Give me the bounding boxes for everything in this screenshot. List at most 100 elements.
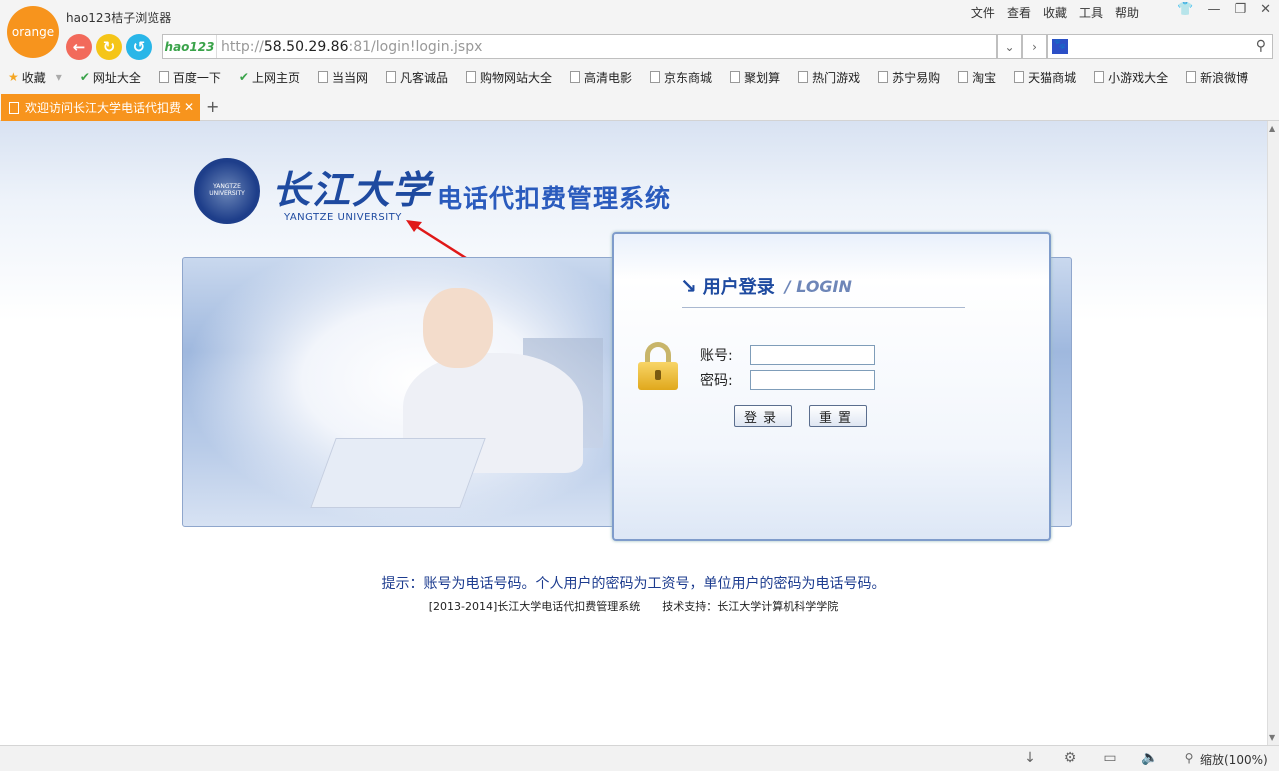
- account-input[interactable]: [750, 345, 875, 365]
- hao123-badge[interactable]: hao123: [163, 35, 217, 58]
- vertical-scrollbar[interactable]: ▲ ▼: [1267, 121, 1279, 745]
- volume-icon[interactable]: 🔈: [1141, 750, 1159, 768]
- bookmark-item[interactable]: 聚划算: [730, 69, 780, 86]
- bookmark-item[interactable]: 百度一下: [158, 69, 221, 86]
- bookmark-item[interactable]: ✔ 上网主页: [239, 69, 300, 86]
- bookmark-item[interactable]: 高清电影: [570, 69, 632, 86]
- bookmark-label: 购物网站大全: [480, 70, 553, 85]
- menu-favorites[interactable]: 收藏: [1043, 4, 1067, 21]
- login-panel: ↘ 用户登录 / LOGIN 账号: 密码: 登录 重置: [612, 232, 1051, 541]
- bookmark-item[interactable]: ✔ 网址大全: [80, 69, 141, 86]
- chevron-down-icon: ⌄: [1004, 39, 1015, 54]
- page-icon: [878, 71, 889, 83]
- zoom-icon[interactable]: ⚲: [1180, 751, 1198, 769]
- page-icon: [730, 71, 741, 83]
- page-icon: [650, 71, 661, 83]
- bookmark-item[interactable]: 天猫商城: [1014, 69, 1076, 86]
- window-controls: 👕 — ❐ ✕: [1177, 2, 1271, 17]
- browser-logo: orange: [7, 6, 59, 58]
- bookmark-item[interactable]: 京东商城: [650, 69, 712, 86]
- new-tab-button[interactable]: +: [206, 97, 219, 116]
- person-head-image: [423, 288, 493, 368]
- back-button[interactable]: ←: [66, 34, 92, 60]
- page-icon: [570, 71, 581, 83]
- brand-calligraphy: 长江大学: [272, 167, 433, 212]
- login-title-en-text: LOGIN: [796, 276, 852, 296]
- bookmark-item[interactable]: 热门游戏: [798, 69, 860, 86]
- hao-icon: ✔: [79, 70, 90, 84]
- bookmark-label: 收藏: [21, 70, 46, 85]
- brand-english: YANGTZE UNIVERSITY: [284, 212, 402, 223]
- bookmark-label: 淘宝: [972, 70, 997, 85]
- bookmark-label: 网址大全: [92, 70, 141, 85]
- bookmark-label: 小游戏大全: [1108, 70, 1169, 85]
- dropdown-icon: ▾: [55, 70, 62, 84]
- bookmark-favorites[interactable]: ★ 收藏 ▾: [8, 69, 62, 86]
- bookmark-item[interactable]: 淘宝: [958, 69, 996, 86]
- restore-icon[interactable]: ❐: [1234, 2, 1246, 17]
- bookmark-label: 聚划算: [744, 70, 781, 85]
- bookmark-item[interactable]: 当当网: [317, 69, 368, 86]
- page-icon: [1186, 71, 1197, 83]
- account-label: 账号:: [700, 348, 733, 364]
- address-bar[interactable]: hao123 http://58.50.29.86:81/login!login…: [162, 34, 997, 59]
- bookmark-item[interactable]: 小游戏大全: [1094, 69, 1168, 86]
- bookmark-label: 百度一下: [172, 70, 221, 85]
- hint-text: 提示：账号为电话号码。个人用户的密码为工资号，单位用户的密码为电话号码。: [381, 576, 886, 592]
- password-label: 密码:: [700, 373, 733, 389]
- bookmark-item[interactable]: 购物网站大全: [466, 69, 552, 86]
- menu-file[interactable]: 文件: [971, 4, 995, 21]
- refresh-button[interactable]: ↻: [96, 34, 122, 60]
- bookmarks-bar: ★ 收藏 ▾ ✔ 网址大全 百度一下 ✔ 上网主页 当当网 凡客诚品 购物网站大全 高清…: [0, 64, 1279, 90]
- page-icon: [1094, 71, 1105, 83]
- browser-chrome: orange hao123桔子浏览器 文件 查看 收藏 工具 帮助 👕 — ❐ …: [0, 0, 1279, 121]
- home-button[interactable]: ↺: [126, 34, 152, 60]
- seal-text: YANGTZE UNIVERSITY: [209, 183, 245, 197]
- close-tab-icon[interactable]: ✕: [184, 100, 194, 114]
- bookmark-item[interactable]: 新浪微博: [1186, 69, 1248, 86]
- page-icon: [958, 71, 969, 83]
- page-icon: [1014, 71, 1025, 83]
- address-dropdown-button[interactable]: ⌄: [997, 34, 1022, 59]
- screen-icon[interactable]: ▭: [1101, 750, 1119, 768]
- title-bar: orange hao123桔子浏览器 文件 查看 收藏 工具 帮助 👕 — ❐ …: [0, 0, 1279, 58]
- scroll-up-icon[interactable]: ▲: [1269, 124, 1275, 133]
- download-icon[interactable]: ↓: [1021, 750, 1039, 768]
- menu-view[interactable]: 查看: [1007, 4, 1031, 21]
- login-title-en: / LOGIN: [784, 276, 852, 296]
- minimize-icon[interactable]: —: [1207, 2, 1220, 17]
- login-heading: ↘ 用户登录 / LOGIN: [680, 273, 852, 299]
- lock-icon: [638, 342, 678, 390]
- login-divider: [682, 307, 965, 308]
- search-box[interactable]: 🐾 ⚲: [1047, 34, 1273, 59]
- login-button[interactable]: 登录: [734, 405, 792, 427]
- system-title: 电话代扣费管理系统: [437, 184, 672, 213]
- url-path: :81/login!login.jspx: [348, 38, 483, 55]
- scroll-down-icon[interactable]: ▼: [1269, 733, 1275, 742]
- zoom-level[interactable]: 缩放(100%): [1200, 751, 1268, 768]
- tab-active[interactable]: 欢迎访问长江大学电话代扣费 ✕: [1, 94, 200, 121]
- tab-bar: 欢迎访问长江大学电话代扣费 ✕: [0, 92, 1279, 121]
- url-text[interactable]: http://58.50.29.86:81/login!login.jspx: [217, 39, 482, 55]
- bookmark-label: 天猫商城: [1028, 70, 1077, 85]
- bookmark-label: 苏宁易购: [892, 70, 941, 85]
- refresh-icon: ↻: [102, 38, 116, 56]
- chevron-right-icon: ›: [1032, 39, 1037, 54]
- settings-icon[interactable]: ⚙: [1061, 750, 1079, 768]
- page-content: YANGTZE UNIVERSITY 长江大学 YANGTZE UNIVERSI…: [0, 121, 1267, 745]
- go-button[interactable]: ›: [1022, 34, 1047, 59]
- menu-tools[interactable]: 工具: [1079, 4, 1103, 21]
- baidu-paw-icon[interactable]: 🐾: [1052, 39, 1068, 54]
- url-scheme: http://: [221, 38, 264, 55]
- bookmark-label: 热门游戏: [812, 70, 861, 85]
- menu-help[interactable]: 帮助: [1115, 4, 1139, 21]
- bookmark-item[interactable]: 苏宁易购: [878, 69, 940, 86]
- close-icon[interactable]: ✕: [1260, 2, 1271, 17]
- reset-button[interactable]: 重置: [809, 405, 867, 427]
- bookmark-label: 京东商城: [664, 70, 713, 85]
- skin-icon[interactable]: 👕: [1177, 2, 1193, 17]
- search-icon[interactable]: ⚲: [1256, 38, 1266, 54]
- bookmark-item[interactable]: 凡客诚品: [386, 69, 448, 86]
- password-input[interactable]: [750, 370, 875, 390]
- bookmark-label: 高清电影: [584, 70, 633, 85]
